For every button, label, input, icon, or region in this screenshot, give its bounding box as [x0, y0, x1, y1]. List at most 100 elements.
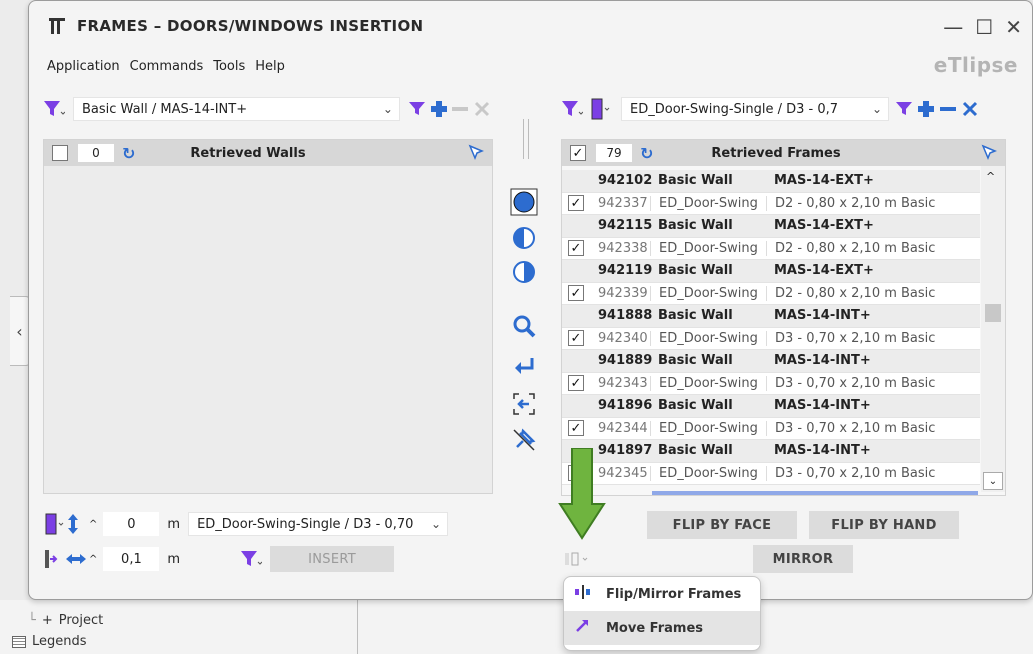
frames-dialog: FRAMES – DOORS/WINDOWS INSERTION — ☐ ✕ A…: [28, 0, 1033, 600]
mode-dropdown-icon[interactable]: [561, 547, 601, 571]
refresh-icon[interactable]: ↻: [122, 144, 135, 163]
table-row-wall[interactable]: 941888 Basic Wall MAS-14-INT+: [562, 305, 980, 328]
scroll-down-icon[interactable]: ⌄: [983, 472, 1003, 490]
select-all-frames-checkbox[interactable]: ✓: [570, 145, 586, 161]
table-row-wall[interactable]: 941896 Basic Wall MAS-14-INT+: [562, 395, 980, 418]
recenter-icon[interactable]: [509, 389, 539, 419]
unpin-icon[interactable]: [509, 425, 539, 455]
cell-a: ED_Door-Swing: [650, 465, 766, 481]
filter-icon[interactable]: [406, 97, 428, 121]
offset-input[interactable]: 0: [103, 512, 160, 536]
frame-filter-row: ED_Door-Swing-Single / D3 - 0,7 ⌄: [561, 95, 1006, 123]
clear-icon[interactable]: [471, 97, 493, 121]
filter-dropdown-icon[interactable]: [240, 547, 263, 571]
filter-dropdown-icon[interactable]: [43, 97, 65, 121]
row-checkbox[interactable]: ✓: [568, 240, 584, 257]
half-circle-reverse-icon[interactable]: [509, 257, 539, 287]
row-checkbox[interactable]: ✓: [568, 330, 584, 347]
maximize-icon[interactable]: ☐: [975, 15, 993, 39]
close-icon[interactable]: ✕: [1005, 15, 1022, 39]
vertical-offset-icon[interactable]: [65, 512, 87, 536]
minimize-icon[interactable]: —: [943, 15, 963, 39]
frame-type-icon[interactable]: [589, 97, 611, 121]
cell-a: Basic Wall: [658, 308, 733, 324]
filter-dropdown-icon[interactable]: [561, 97, 583, 121]
add-icon[interactable]: [915, 97, 937, 121]
remove-icon[interactable]: [449, 97, 471, 121]
cell-b: D3 - 0,70 x 2,10 m Basic: [766, 465, 980, 481]
menu-help[interactable]: Help: [255, 59, 285, 74]
frames-count: 79: [596, 144, 632, 162]
collapse-panel-button[interactable]: ‹: [10, 296, 30, 366]
half-circle-icon[interactable]: [509, 223, 539, 253]
cell-b: MAS-14-INT+: [774, 353, 871, 369]
flip-by-hand-button[interactable]: FLIP BY HAND: [809, 511, 959, 539]
menu-item-flip-mirror[interactable]: Flip/Mirror Frames: [564, 577, 760, 611]
cell-id: 941889: [598, 353, 653, 369]
stepper-up-icon[interactable]: ^: [89, 519, 97, 530]
table-row-wall[interactable]: 941889 Basic Wall MAS-14-INT+: [562, 350, 980, 373]
cell-b: MAS-14-EXT+: [774, 218, 874, 234]
table-row-frame[interactable]: ✓ 942337 ED_Door-Swing D2 - 0,80 x 2,10 m B…: [562, 192, 980, 215]
frames-scrollbar[interactable]: ^ ⌄: [981, 166, 1005, 492]
table-row-wall[interactable]: 941897 Basic Wall MAS-14-INT+: [562, 440, 980, 463]
tree-item-project[interactable]: └ + Project: [28, 608, 103, 632]
stepper-up-icon[interactable]: ^: [89, 554, 97, 565]
table-row-wall[interactable]: 942119 Basic Wall MAS-14-EXT+: [562, 260, 980, 283]
scroll-up-icon[interactable]: ^: [986, 170, 995, 183]
clear-icon[interactable]: [959, 97, 981, 121]
row-checkbox[interactable]: ✓: [568, 375, 584, 392]
table-row-frame[interactable]: ✓ 942340 ED_Door-Swing D3 - 0,70 x 2,10 m B…: [562, 327, 980, 350]
retrieved-walls-list[interactable]: 0 ↻ Retrieved Walls: [43, 139, 493, 494]
retrieved-frames-list[interactable]: ✓ 79 ↻ Retrieved Frames 942102 Basic Wall…: [561, 139, 1006, 496]
table-row-frame[interactable]: ✓ 942343 ED_Door-Swing D3 - 0,70 x 2,10 m B…: [562, 372, 980, 395]
cell-id: 942344: [598, 420, 648, 436]
frame-type-filter-select[interactable]: ED_Door-Swing-Single / D3 - 0,7 ⌄: [621, 97, 889, 121]
row-checkbox[interactable]: ✓: [568, 195, 584, 212]
plus-icon: +: [41, 612, 53, 628]
menu-commands[interactable]: Commands: [130, 59, 204, 74]
flip-by-face-button[interactable]: FLIP BY FACE: [647, 511, 797, 539]
select-cursor-icon[interactable]: [468, 144, 484, 164]
host-splitter[interactable]: [357, 600, 358, 654]
panel-splitter[interactable]: [523, 119, 529, 159]
table-row-frame[interactable]: ✓ 942339 ED_Door-Swing D2 - 0,80 x 2,10 m B…: [562, 282, 980, 305]
row-checkbox[interactable]: ✓: [568, 285, 584, 302]
filter-icon[interactable]: [893, 97, 915, 121]
menu-item-move-frames[interactable]: Move Frames: [564, 611, 760, 645]
remove-icon[interactable]: [937, 97, 959, 121]
tree-item-legends[interactable]: Legends: [12, 634, 87, 649]
menu-application[interactable]: Application: [47, 59, 120, 74]
select-cursor-icon[interactable]: [981, 144, 997, 164]
table-row-wall[interactable]: 942115 Basic Wall MAS-14-EXT+: [562, 215, 980, 238]
cell-b: MAS-14-INT+: [774, 308, 871, 324]
menu-tools[interactable]: Tools: [213, 59, 245, 74]
cell-id: 942337: [598, 195, 648, 211]
cell-a: ED_Door-Swing: [650, 240, 766, 256]
zoom-icon[interactable]: [509, 311, 539, 341]
scroll-thumb[interactable]: [985, 304, 1001, 322]
refresh-icon[interactable]: ↻: [640, 144, 653, 163]
spacing-input[interactable]: 0,1: [103, 547, 160, 571]
table-row-wall[interactable]: 942102 Basic Wall MAS-14-EXT+: [562, 170, 980, 193]
table-row-frame[interactable]: ✓ 942344 ED_Door-Swing D3 - 0,70 x 2,10 m B…: [562, 417, 980, 440]
horizontal-offset-icon[interactable]: [65, 547, 87, 571]
wall-type-select[interactable]: Basic Wall / MAS-14-INT+ ⌄: [73, 97, 400, 121]
selection-indicator: [652, 491, 978, 495]
mode-popup-menu: Flip/Mirror Frames Move Frames: [563, 576, 761, 651]
select-all-walls-checkbox[interactable]: [52, 145, 68, 161]
host-side-icon[interactable]: [43, 547, 65, 571]
return-icon[interactable]: [509, 353, 539, 383]
mirror-button[interactable]: MIRROR: [753, 545, 853, 573]
row-checkbox[interactable]: ✓: [568, 420, 584, 437]
add-icon[interactable]: [428, 97, 450, 121]
callout-arrow-icon: [558, 447, 606, 544]
select-all-circle-icon[interactable]: [509, 187, 539, 217]
frame-type-icon[interactable]: [43, 512, 65, 536]
table-row-frame[interactable]: 942345 ED_Door-Swing D3 - 0,70 x 2,10 m Ba…: [562, 462, 980, 485]
insert-button[interactable]: INSERT: [270, 546, 395, 572]
frame-type-select[interactable]: ED_Door-Swing-Single / D3 - 0,70 ⌄: [188, 512, 449, 536]
cell-a: Basic Wall: [658, 173, 733, 189]
window-controls: — ☐ ✕: [943, 15, 1022, 39]
table-row-frame[interactable]: ✓ 942338 ED_Door-Swing D2 - 0,80 x 2,10 m B…: [562, 237, 980, 260]
